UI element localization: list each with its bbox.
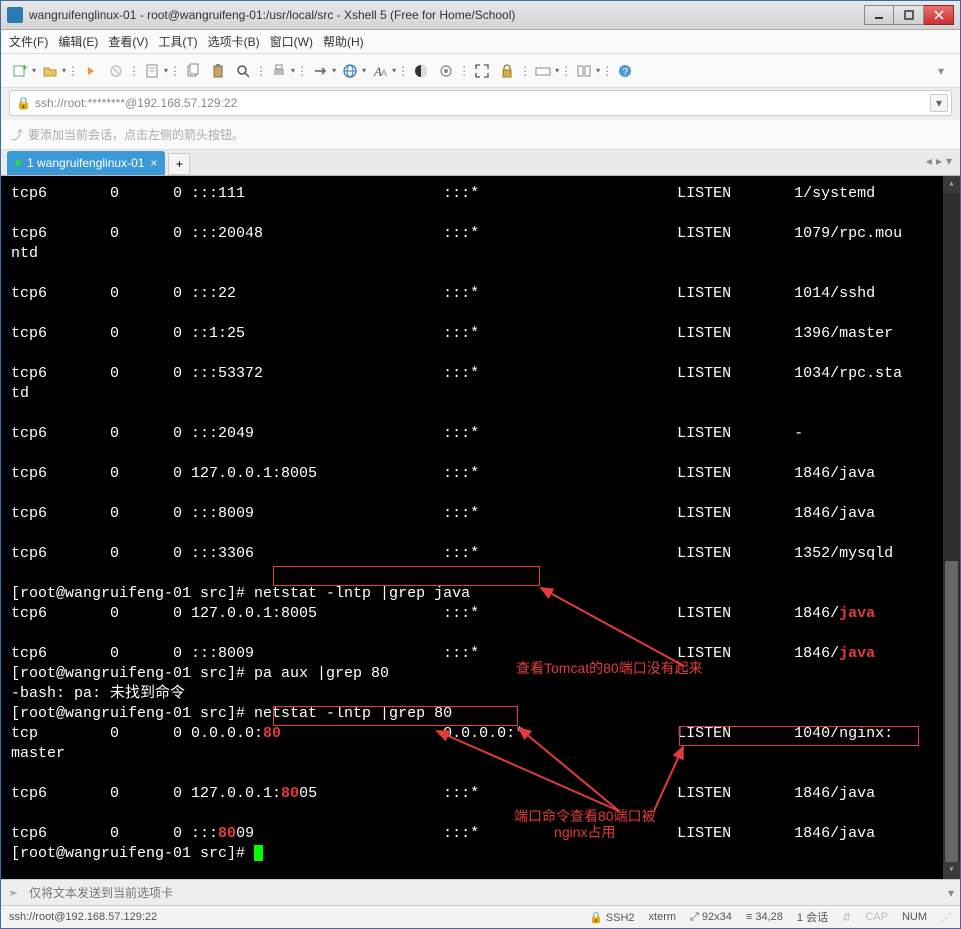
open-icon[interactable] — [39, 60, 61, 82]
color-scheme-icon[interactable] — [410, 60, 432, 82]
tip-bar: ⤴ 要添加当前会话，点击左侧的箭头按钮。 — [1, 120, 960, 150]
close-button[interactable] — [924, 5, 954, 25]
menu-help[interactable]: 帮助(H) — [323, 33, 364, 50]
help-icon[interactable]: ? — [614, 60, 636, 82]
layout-icon[interactable] — [573, 60, 595, 82]
status-connection: ssh://root@192.168.57.129:22 — [9, 911, 575, 923]
app-icon — [7, 7, 23, 23]
status-updown-icon: ⇵ — [842, 911, 851, 924]
status-cap: CAP — [865, 911, 888, 923]
tab-scroll-left-icon[interactable]: ◂ — [926, 154, 932, 168]
keyboard-icon[interactable] — [532, 60, 554, 82]
status-num: NUM — [902, 911, 927, 923]
menu-tabs[interactable]: 选项卡(B) — [208, 33, 260, 50]
highlight-box-cmd3 — [273, 706, 518, 726]
tab-close-icon[interactable]: × — [150, 156, 157, 170]
tab-scroll-right-icon[interactable]: ▸ — [936, 154, 942, 168]
menu-edit[interactable]: 编辑(E) — [58, 33, 98, 50]
terminal[interactable]: tcp6 0 0 :::111 :::* LISTEN 1/systemd tc… — [1, 176, 960, 879]
send-input[interactable] — [25, 886, 942, 900]
properties-icon[interactable] — [141, 60, 163, 82]
status-cursor: ≡ 34,28 — [746, 911, 783, 923]
send-bar: ➣ ▾ — [1, 879, 960, 905]
highlight-box-nginx — [679, 726, 919, 746]
status-term: xterm — [649, 911, 677, 923]
status-proto: 🔒 SSH2 — [589, 911, 635, 924]
lock-icon[interactable] — [496, 60, 518, 82]
svg-text:+: + — [22, 63, 28, 74]
tab-label: 1 wangruifenglinux-01 — [27, 156, 144, 170]
tab-menu-icon[interactable]: ▾ — [946, 154, 952, 168]
window-title: wangruifenglinux-01 - root@wangruifeng-0… — [29, 8, 864, 22]
tab-bar: 1 wangruifenglinux-01 × + ◂ ▸ ▾ — [1, 150, 960, 176]
window-controls — [864, 5, 954, 25]
session-tab[interactable]: 1 wangruifenglinux-01 × — [7, 151, 165, 175]
address-add-button[interactable]: ▾ — [930, 94, 948, 112]
app-window: wangruifenglinux-01 - root@wangruifeng-0… — [0, 0, 961, 929]
minimize-button[interactable] — [864, 5, 894, 25]
status-size: ⤢ 92x34 — [690, 911, 732, 924]
fullscreen-icon[interactable] — [471, 60, 493, 82]
send-dropdown-icon[interactable]: ▾ — [942, 886, 960, 900]
disconnect-icon[interactable] — [105, 60, 127, 82]
lock-small-icon: 🔒 — [16, 96, 31, 110]
status-sessions: 1 会话 — [797, 909, 828, 925]
status-bar: ssh://root@192.168.57.129:22 🔒 SSH2 xter… — [1, 905, 960, 928]
copy-icon[interactable] — [182, 60, 204, 82]
status-grip-icon[interactable]: ⋰ — [941, 911, 952, 924]
status-dot-icon — [15, 160, 21, 166]
scroll-down-icon[interactable]: ▾ — [943, 862, 960, 879]
menu-file[interactable]: 文件(F) — [9, 33, 48, 50]
print-icon[interactable] — [268, 60, 290, 82]
menu-tools[interactable]: 工具(T) — [158, 33, 197, 50]
titlebar[interactable]: wangruifenglinux-01 - root@wangruifeng-0… — [1, 1, 960, 30]
paste-icon[interactable] — [207, 60, 229, 82]
reconnect-icon[interactable] — [80, 60, 102, 82]
annotation-1: 查看Tomcat的80端口没有起来 — [516, 660, 703, 676]
scroll-up-icon[interactable]: ▴ — [943, 176, 960, 193]
send-mode-icon[interactable]: ➣ — [1, 886, 25, 900]
transfer-icon[interactable] — [309, 60, 331, 82]
font-icon[interactable]: AA — [369, 60, 391, 82]
highlight-box-cmd1 — [273, 566, 540, 586]
address-bar[interactable]: 🔒 ssh://root:********@192.168.57.129:22 … — [9, 90, 952, 116]
maximize-button[interactable] — [894, 5, 924, 25]
terminal-output: tcp6 0 0 :::111 :::* LISTEN 1/systemd tc… — [11, 184, 950, 864]
tip-arrow-icon[interactable]: ⤴ — [11, 126, 23, 143]
menubar: 文件(F) 编辑(E) 查看(V) 工具(T) 选项卡(B) 窗口(W) 帮助(… — [1, 30, 960, 54]
toolbar-overflow-icon[interactable]: ▾ — [930, 60, 952, 82]
svg-text:A: A — [381, 68, 387, 78]
svg-text:?: ? — [623, 67, 629, 78]
new-session-icon[interactable]: + — [9, 60, 31, 82]
address-text: ssh://root:********@192.168.57.129:22 — [35, 96, 237, 110]
menu-window[interactable]: 窗口(W) — [270, 33, 313, 50]
globe-icon[interactable] — [339, 60, 361, 82]
add-tab-button[interactable]: + — [168, 153, 190, 175]
highlight-icon[interactable] — [435, 60, 457, 82]
tip-text: 要添加当前会话，点击左侧的箭头按钮。 — [28, 126, 244, 143]
terminal-scrollbar[interactable]: ▴ ▾ — [943, 176, 960, 879]
menu-view[interactable]: 查看(V) — [108, 33, 148, 50]
toolbar: +▾ ▾ ⋮ ⋮ ▾ ⋮ ⋮ ▾ ⋮ ▾ ▾ AA▾ ⋮ ⋮ ⋮ ▾ ⋮ ▾ ⋮… — [1, 54, 960, 88]
annotation-2: 端口命令查看80端口被nginx占用 — [514, 808, 656, 840]
find-icon[interactable] — [232, 60, 254, 82]
